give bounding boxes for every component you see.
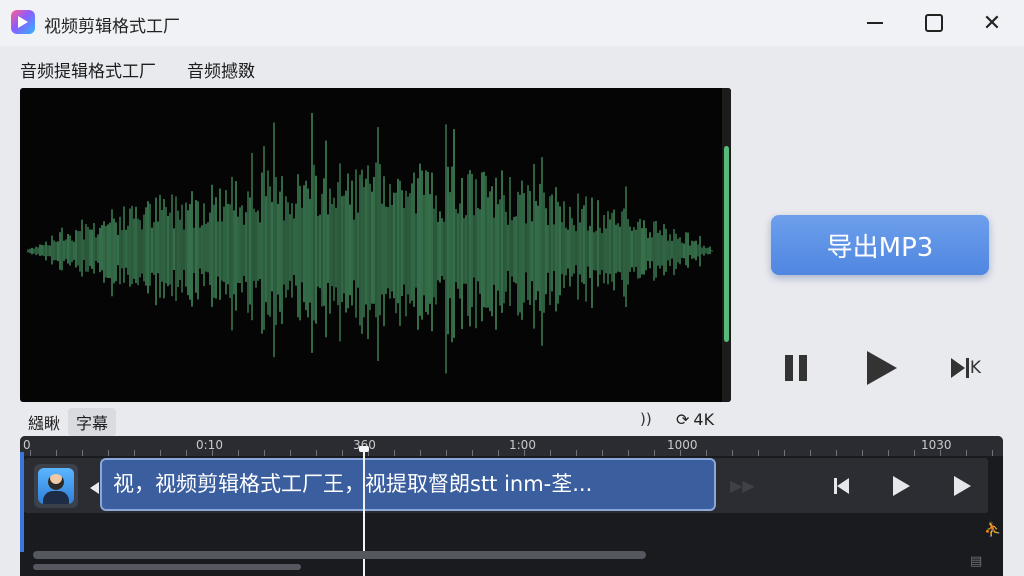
ruler-tick bbox=[160, 450, 161, 456]
ruler-tick bbox=[82, 450, 83, 456]
timeline-scrollbar-secondary[interactable] bbox=[33, 564, 301, 570]
waveform-scrollbar[interactable] bbox=[724, 146, 729, 342]
play-icon bbox=[892, 476, 910, 496]
ruler-tick bbox=[810, 450, 811, 456]
ruler-tick bbox=[498, 450, 499, 456]
speaker-avatar[interactable] bbox=[34, 464, 78, 508]
ruler-tick bbox=[56, 450, 57, 456]
skip-back-icon bbox=[833, 478, 849, 494]
ruler-tick bbox=[472, 450, 473, 456]
ruler-tick bbox=[862, 450, 863, 456]
ruler-label: 1000 bbox=[667, 438, 698, 452]
ruler-tick bbox=[446, 450, 447, 456]
ruler-tick bbox=[628, 450, 629, 456]
window-title: 视频剪辑格式工厂 bbox=[44, 17, 180, 37]
ruler-tick bbox=[290, 450, 291, 456]
ruler-label: 1030 bbox=[921, 438, 952, 452]
ruler-label: 0:10 bbox=[196, 438, 223, 452]
close-icon: ✕ bbox=[982, 10, 1002, 36]
timeline-prev-button[interactable] bbox=[826, 474, 856, 498]
ruler-tick bbox=[654, 450, 655, 456]
tab-audio[interactable]: 繦瞅 bbox=[20, 408, 68, 436]
waveform-panel[interactable] bbox=[20, 88, 731, 402]
app-logo-icon bbox=[11, 10, 35, 34]
timeline-ruler[interactable]: 0 0:10 360 1:00 1000 1030 bbox=[20, 436, 1003, 456]
quality-selector[interactable]: ⟳ 4K bbox=[676, 410, 714, 429]
subtitle-clip[interactable]: 视，视频剪辑格式工厂王，视提取督朗stt inm-荃... bbox=[100, 458, 716, 511]
person-icon[interactable]: ⛹ bbox=[984, 522, 1001, 538]
waveform bbox=[27, 113, 713, 374]
ruler-tick bbox=[550, 450, 551, 456]
timeline-play-button[interactable] bbox=[886, 474, 916, 498]
ruler-tick bbox=[940, 450, 941, 456]
ruler-tick bbox=[524, 450, 525, 456]
play-icon bbox=[867, 351, 897, 385]
refresh-icon: ⟳ bbox=[676, 410, 690, 429]
speaker-avatar-icon bbox=[38, 468, 74, 504]
skip-next-suffix: K bbox=[969, 358, 982, 378]
volume-icon[interactable]: )) bbox=[640, 410, 652, 428]
ruler-tick bbox=[186, 450, 187, 456]
skip-next-button[interactable]: K bbox=[944, 348, 988, 388]
ruler-tick bbox=[264, 450, 265, 456]
ruler-tick bbox=[212, 450, 213, 456]
ruler-tick bbox=[914, 450, 915, 456]
ruler-tick bbox=[602, 450, 603, 456]
ruler-tick bbox=[316, 450, 317, 456]
quality-label: 4K bbox=[693, 410, 715, 429]
ruler-tick bbox=[420, 450, 421, 456]
skip-next-icon bbox=[950, 358, 965, 378]
ruler-tick bbox=[576, 450, 577, 456]
ruler-tick bbox=[30, 450, 31, 456]
pause-icon bbox=[782, 355, 810, 381]
menu-bar: 音频提辑格式工厂 音频撼敪 bbox=[20, 57, 255, 82]
maximize-button[interactable] bbox=[911, 8, 957, 38]
ruler-tick bbox=[342, 450, 343, 456]
tab-subtitles[interactable]: 字幕 bbox=[68, 408, 117, 436]
ruler-label: 1:00 bbox=[509, 438, 536, 452]
maximize-icon bbox=[925, 14, 943, 32]
sub-tabs: 繦瞅 字幕 bbox=[20, 408, 117, 436]
bubble-pointer bbox=[90, 482, 99, 494]
minimize-icon bbox=[867, 22, 883, 24]
timeline-scrollbar[interactable] bbox=[33, 551, 646, 559]
title-bar: 视频剪辑格式工厂 ✕ bbox=[0, 0, 1024, 46]
ruler-tick bbox=[966, 450, 967, 456]
timeline-forward-button[interactable] bbox=[947, 474, 977, 498]
ruler-tick bbox=[238, 450, 239, 456]
timeline[interactable]: 0 0:10 360 1:00 1000 1030 视，视频剪辑格式工厂王，视提… bbox=[20, 436, 1003, 576]
ruler-tick bbox=[108, 450, 109, 456]
ruler-tick bbox=[836, 450, 837, 456]
ruler-tick bbox=[888, 450, 889, 456]
minimize-button[interactable] bbox=[852, 8, 898, 38]
ruler-tick bbox=[784, 450, 785, 456]
ruler-tick bbox=[706, 450, 707, 456]
pause-button[interactable] bbox=[776, 348, 816, 388]
ruler-tick bbox=[134, 450, 135, 456]
forward-icon bbox=[953, 476, 971, 496]
close-button[interactable]: ✕ bbox=[969, 8, 1015, 38]
menu-item-audio-other[interactable]: 音频撼敪 bbox=[187, 57, 255, 82]
ruler-tick bbox=[394, 450, 395, 456]
menu-item-audio-extract[interactable]: 音频提辑格式工厂 bbox=[20, 57, 156, 82]
list-icon[interactable]: ▤ bbox=[970, 554, 982, 569]
clip-ghost-icon: ▶▶ bbox=[730, 476, 755, 495]
play-button[interactable] bbox=[860, 348, 904, 388]
ruler-tick bbox=[680, 450, 681, 456]
ruler-tick bbox=[758, 450, 759, 456]
ruler-tick bbox=[732, 450, 733, 456]
ruler-tick bbox=[992, 450, 993, 456]
export-mp3-button[interactable]: 导出MP3 bbox=[771, 215, 989, 275]
